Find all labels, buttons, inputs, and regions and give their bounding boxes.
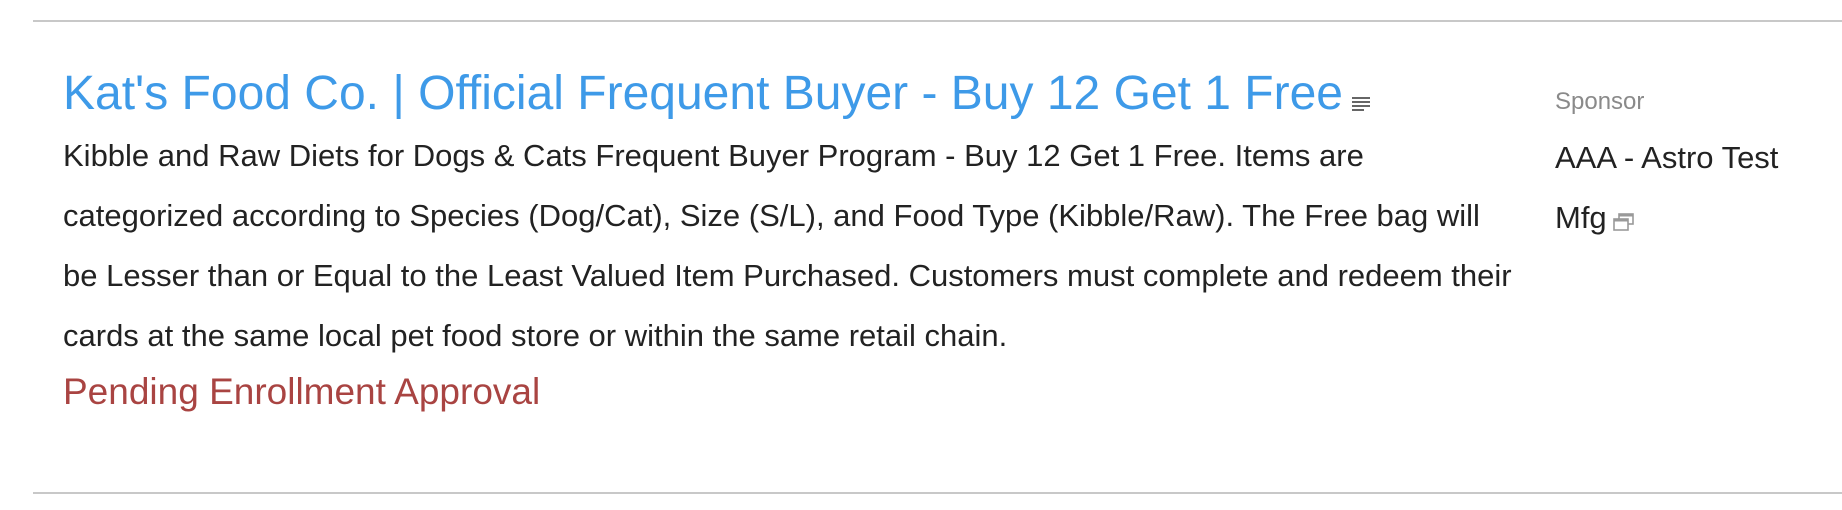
sponsor-name-wrap: AAA - Astro Test Mfg [1555,128,1815,248]
details-list-icon[interactable] [1351,95,1371,111]
program-title-row: Kat's Food Co. | Official Frequent Buyer… [63,62,1513,126]
sponsor-label: Sponsor [1555,88,1645,115]
enrollment-status: Pending Enrollment Approval [63,371,541,412]
sponsor-panel: Sponsor AAA - Astro Test Mfg [1555,84,1815,248]
program-title-link[interactable]: Kat's Food Co. | Official Frequent Buyer… [63,62,1343,126]
bottom-divider [33,492,1842,494]
program-listing: Kat's Food Co. | Official Frequent Buyer… [63,62,1513,422]
program-description: Kibble and Raw Diets for Dogs & Cats Fre… [63,138,1512,353]
top-divider [33,20,1842,22]
open-in-window-icon[interactable] [1612,192,1635,231]
sponsor-name: AAA - Astro Test Mfg [1555,140,1779,235]
